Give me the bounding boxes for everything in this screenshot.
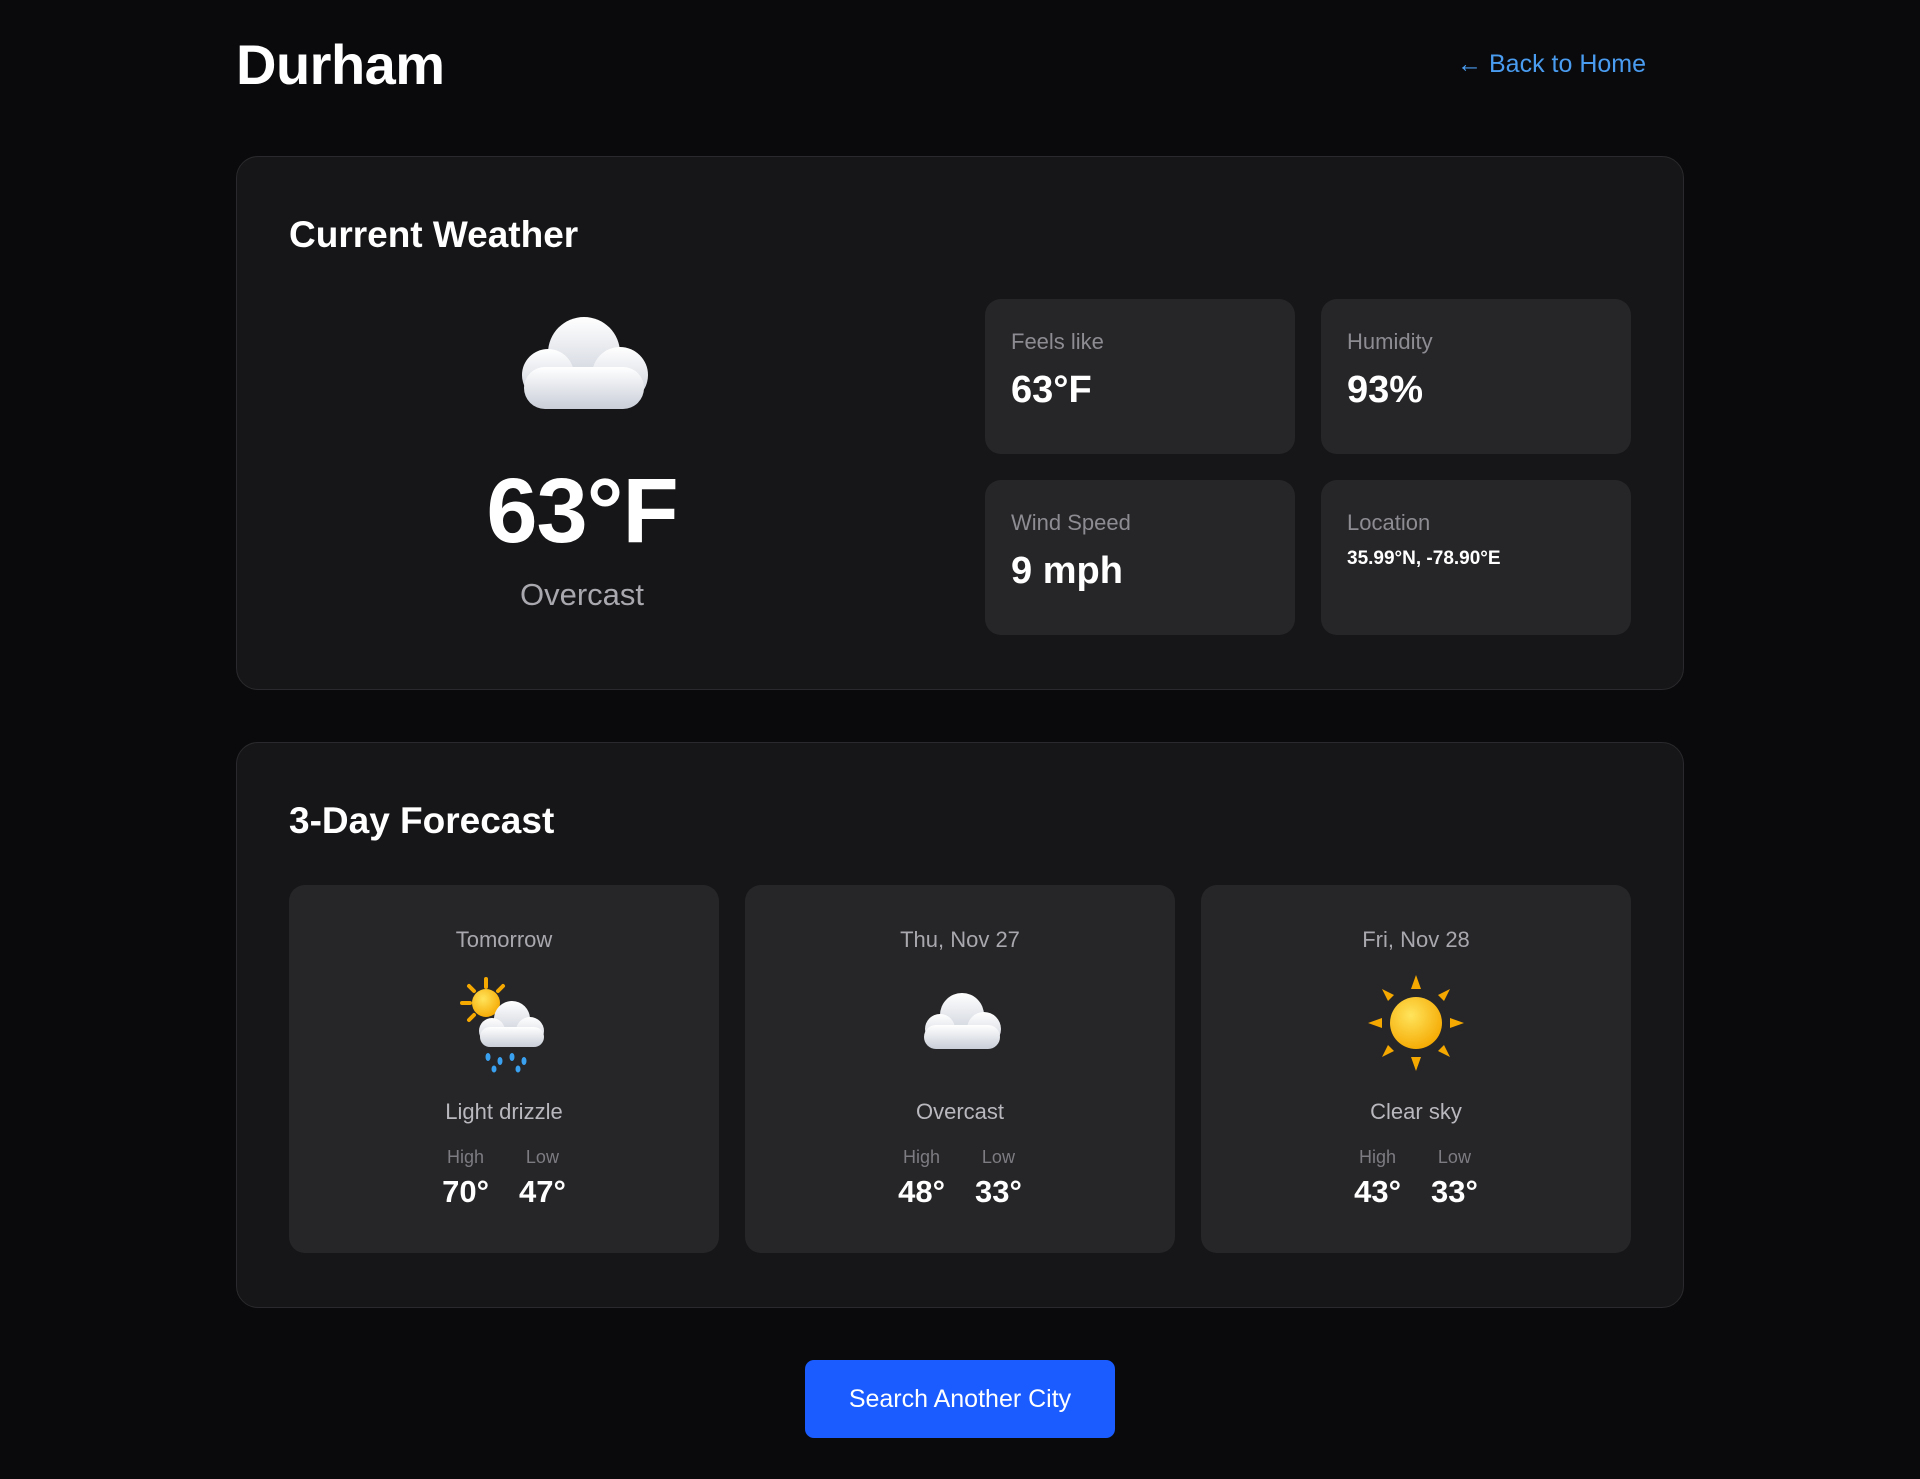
back-to-home-link[interactable]: ← Back to Home	[1457, 50, 1646, 79]
stat-value: 63°F	[1011, 369, 1092, 411]
forecast-title: 3-Day Forecast	[289, 800, 555, 841]
forecast-day-card: Tomorrow Light drizzle High 70° Low 47°	[289, 885, 719, 1253]
forecast-condition: Overcast	[915, 1099, 1005, 1124]
low-value: 33°	[975, 1174, 1022, 1209]
high-column: High 48°	[898, 1147, 945, 1210]
actions-row: Search Another City	[236, 1360, 1684, 1438]
current-weather-title: Current Weather	[289, 214, 579, 255]
high-value: 48°	[898, 1174, 945, 1209]
stat-label: Location	[1347, 510, 1431, 535]
low-column: Low 33°	[1431, 1147, 1478, 1210]
stat-humidity: Humidity 93%	[1321, 299, 1631, 454]
high-column: High 43°	[1354, 1147, 1401, 1210]
low-label: Low	[1437, 1147, 1471, 1167]
stat-label: Wind Speed	[1011, 510, 1131, 535]
page-header: Durham ← Back to Home	[236, 28, 1684, 100]
forecast-row: Tomorrow Light drizzle High 70° Low 47° …	[289, 885, 1631, 1253]
current-stats-grid: Feels like 63°F Humidity 93% Wind Speed …	[985, 299, 1631, 635]
high-value: 70°	[442, 1174, 489, 1209]
stat-wind-speed: Wind Speed 9 mph	[985, 480, 1295, 635]
current-condition: Overcast	[519, 577, 645, 612]
low-column: Low 33°	[975, 1147, 1022, 1210]
weather-page: Durham ← Back to Home Current Weather 63…	[236, 0, 1684, 1438]
forecast-day-name: Tomorrow	[455, 927, 553, 952]
forecast-card: 3-Day Forecast Tomorrow Light drizzle Hi…	[236, 742, 1684, 1308]
high-low-row: High 43° Low 33°	[1354, 1147, 1478, 1210]
stat-value: 9 mph	[1011, 550, 1123, 592]
stat-label: Humidity	[1347, 329, 1433, 354]
high-value: 43°	[1354, 1174, 1401, 1209]
cloud-icon	[522, 317, 648, 409]
cloud-icon	[924, 993, 1001, 1049]
low-value: 47°	[519, 1174, 566, 1209]
current-weather-body: 63°F Overcast Feels like 63°F Humidity 9…	[289, 299, 1631, 635]
low-value: 33°	[1431, 1174, 1478, 1209]
forecast-day-card: Thu, Nov 27 Overcast High 48° Low 33°	[745, 885, 1175, 1253]
low-column: Low 47°	[519, 1147, 566, 1210]
low-label: Low	[981, 1147, 1015, 1167]
sun-rain-cloud-icon	[460, 977, 544, 1073]
city-title: Durham	[236, 32, 445, 96]
low-label: Low	[525, 1147, 559, 1167]
high-column: High 70°	[442, 1147, 489, 1210]
forecast-day-name: Fri, Nov 28	[1362, 927, 1470, 952]
current-weather-card: Current Weather 63°F Overcast Feels like	[236, 156, 1684, 690]
high-label: High	[903, 1147, 941, 1167]
current-weather-main: 63°F Overcast	[289, 299, 875, 635]
current-temperature: 63°F	[486, 460, 678, 562]
high-label: High	[447, 1147, 485, 1167]
stat-label: Feels like	[1011, 329, 1104, 354]
stat-feels-like: Feels like 63°F	[985, 299, 1295, 454]
search-another-city-button[interactable]: Search Another City	[805, 1360, 1115, 1438]
stat-location: Location 35.99°N, -78.90°E	[1321, 480, 1631, 635]
stat-value: 93%	[1347, 369, 1424, 411]
stat-value: 35.99°N, -78.90°E	[1347, 548, 1501, 569]
high-low-row: High 48° Low 33°	[898, 1147, 1022, 1210]
forecast-day-name: Thu, Nov 27	[900, 927, 1020, 952]
sun-icon	[1368, 975, 1464, 1071]
forecast-day-card: Fri, Nov 28 Clear sky High 43° Low 33°	[1201, 885, 1631, 1253]
forecast-condition: Light drizzle	[445, 1099, 563, 1124]
forecast-condition: Clear sky	[1370, 1099, 1462, 1124]
high-label: High	[1359, 1147, 1397, 1167]
high-low-row: High 70° Low 47°	[442, 1147, 566, 1210]
